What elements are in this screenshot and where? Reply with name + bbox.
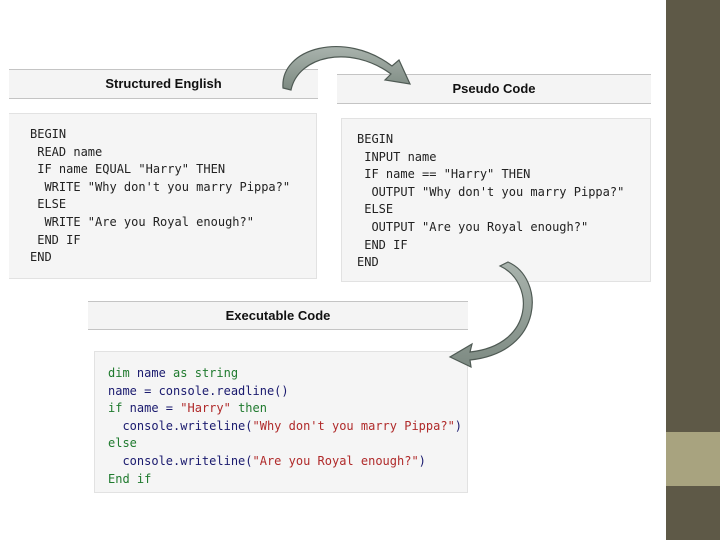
flow-arrows xyxy=(282,46,533,369)
curved-arrow-icon xyxy=(448,261,533,369)
curved-arrow-icon xyxy=(282,46,412,91)
